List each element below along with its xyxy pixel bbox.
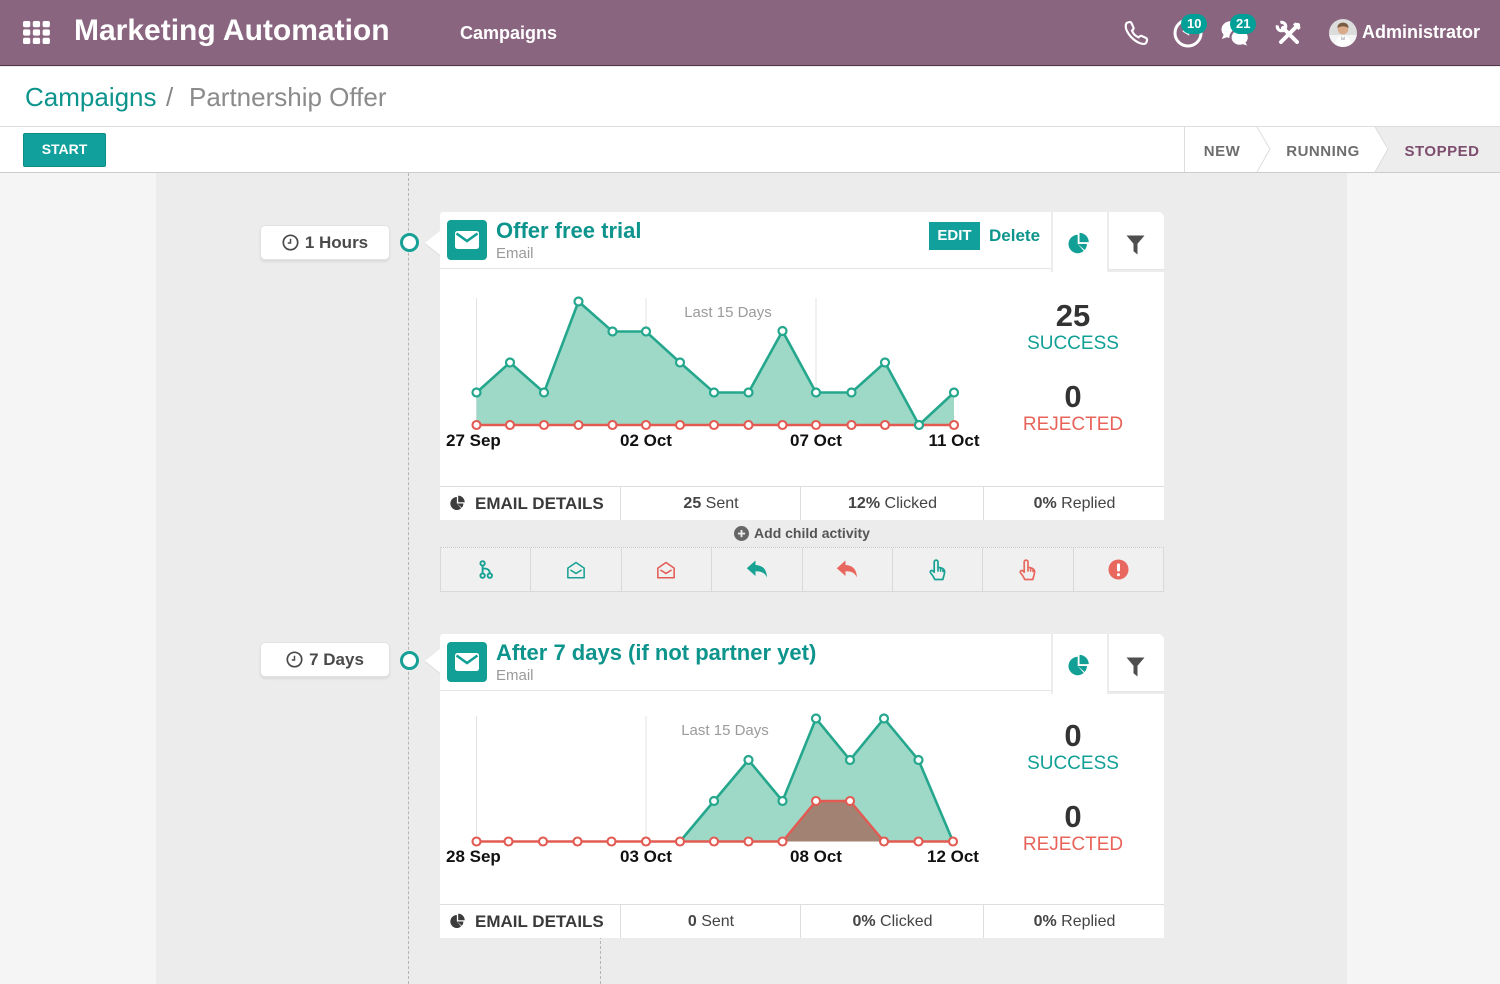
svg-text:27 Sep: 27 Sep bbox=[446, 431, 501, 450]
svg-text:Last 15 Days: Last 15 Days bbox=[684, 304, 772, 321]
svg-text:02 Oct: 02 Oct bbox=[620, 431, 672, 450]
svg-text:07 Oct: 07 Oct bbox=[790, 431, 842, 450]
svg-text:11 Oct: 11 Oct bbox=[928, 431, 979, 450]
svg-text:RUNNING: RUNNING bbox=[1286, 143, 1360, 160]
svg-text:Last 15 Days: Last 15 Days bbox=[681, 722, 769, 739]
svg-text:08 Oct: 08 Oct bbox=[790, 847, 842, 866]
svg-text:28 Sep: 28 Sep bbox=[446, 847, 501, 866]
svg-text:NEW: NEW bbox=[1204, 143, 1241, 160]
svg-text:STOPPED: STOPPED bbox=[1405, 143, 1480, 160]
svg-text:03 Oct: 03 Oct bbox=[620, 847, 672, 866]
svg-text:12 Oct: 12 Oct bbox=[927, 847, 979, 866]
